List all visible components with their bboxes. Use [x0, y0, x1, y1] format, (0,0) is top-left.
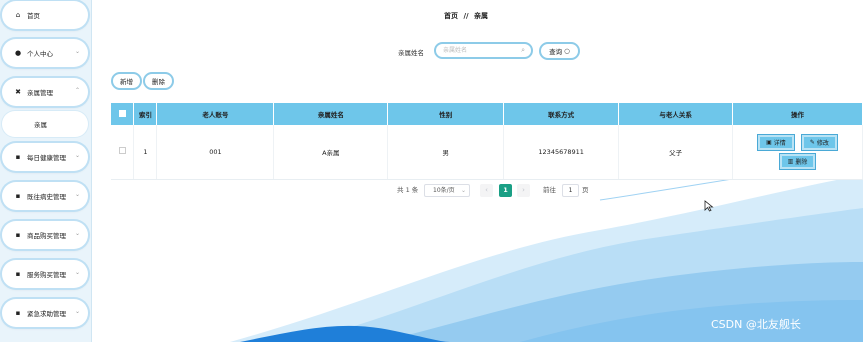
- sidebar-item-goods-purchase[interactable]: ▪ 商品购买管理 ⌄: [2, 221, 88, 249]
- delete-button[interactable]: 删除: [143, 72, 174, 90]
- row-delete-button-label: 删除: [795, 158, 808, 166]
- search-label: 亲属姓名: [398, 49, 424, 57]
- select-all-checkbox-cell[interactable]: [111, 103, 135, 125]
- prev-page-button[interactable]: ‹: [480, 184, 493, 197]
- grid-icon: ▪: [15, 270, 21, 278]
- sidebar-item-label: 个人中心: [27, 50, 53, 58]
- sidebar-item-medical-history[interactable]: ▪ 既往病史管理 ⌄: [2, 182, 88, 210]
- sidebar-item-label: 商品购买管理: [27, 232, 66, 240]
- edit-button-label: 修改: [816, 139, 829, 147]
- grid-icon: ▪: [15, 153, 21, 161]
- breadcrumb-home[interactable]: 首页: [444, 12, 458, 20]
- search-button-label: 查询: [549, 48, 563, 56]
- column-header: 老人账号: [156, 103, 275, 125]
- search-button[interactable]: 查询 ○: [539, 42, 580, 60]
- sidebar-item-label: 首页: [27, 12, 40, 20]
- sidebar-item-relatives[interactable]: ✖ 亲属管理 ⌃: [2, 78, 88, 106]
- sidebar-item-label: 紧急求助管理: [27, 310, 66, 318]
- watermark: CSDN @北友舰长: [711, 318, 801, 331]
- trash-icon: ▥: [787, 157, 794, 165]
- chevron-up-icon: ⌃: [74, 87, 80, 94]
- search-placeholder: 亲属姓名: [443, 47, 468, 54]
- table-header-row: 索引 老人账号 亲属姓名 性别 联系方式 与老人关系 操作: [111, 103, 863, 125]
- chevron-down-icon: ⌄: [74, 308, 80, 315]
- grid-icon: ▪: [15, 192, 21, 200]
- chevron-down-icon: ⌄: [74, 48, 80, 55]
- add-button-label: 新增: [120, 78, 133, 86]
- cell-operations: ▣ 详情 ✎ 修改 ▥ 删除: [732, 125, 863, 180]
- cell-index: 1: [133, 125, 158, 180]
- chevron-down-icon: ⌄: [74, 269, 80, 276]
- edit-button[interactable]: ✎ 修改: [801, 134, 837, 150]
- cell-gender: 男: [387, 125, 505, 180]
- column-header: 与老人关系: [618, 103, 734, 125]
- cell-relation: 父子: [618, 125, 734, 180]
- mouse-cursor-icon: [704, 200, 714, 212]
- goto-page-input[interactable]: 1: [562, 184, 579, 197]
- page-unit-label: 页: [582, 186, 589, 194]
- sidebar-item-label: 每日健康管理: [27, 154, 66, 162]
- user-icon: ●: [14, 49, 22, 57]
- chevron-right-icon: ›: [522, 186, 525, 194]
- column-header: 索引: [133, 103, 158, 125]
- search-input[interactable]: 亲属姓名 ⌕: [434, 42, 533, 59]
- breadcrumb-separator: //: [463, 12, 469, 20]
- sidebar-item-emergency-help[interactable]: ▪ 紧急求助管理 ⌄: [2, 299, 88, 327]
- search-icon: ○: [564, 47, 570, 55]
- relatives-table: 索引 老人账号 亲属姓名 性别 联系方式 与老人关系 操作 1 001 A亲属 …: [111, 103, 863, 180]
- table-row: 1 001 A亲属 男 12345678911 父子 ▣ 详情 ✎ 修改 ▥ 删…: [111, 125, 863, 180]
- breadcrumb: 首页 // 亲属: [444, 11, 488, 21]
- column-header: 操作: [732, 103, 863, 125]
- edit-icon: ✎: [809, 138, 815, 146]
- chevron-down-icon: ⌄: [74, 191, 80, 198]
- family-icon: ✖: [15, 88, 21, 96]
- goto-label: 前往: [543, 186, 556, 194]
- sidebar-item-personal-center[interactable]: ● 个人中心 ⌄: [2, 39, 88, 67]
- column-header: 联系方式: [503, 103, 620, 125]
- sidebar-item-daily-health[interactable]: ▪ 每日健康管理 ⌄: [2, 143, 88, 171]
- detail-button-label: 详情: [773, 139, 786, 147]
- sidebar-subitem-label: 亲属: [34, 121, 47, 129]
- cell-name: A亲属: [273, 125, 389, 180]
- detail-icon: ▣: [766, 138, 772, 146]
- sidebar-item-label: 服务购买管理: [27, 271, 66, 279]
- sidebar-item-label: 既往病史管理: [27, 193, 66, 201]
- chevron-down-icon: ⌄: [74, 230, 80, 237]
- select-all-checkbox[interactable]: [118, 109, 126, 117]
- chevron-left-icon: ‹: [485, 186, 488, 194]
- column-header: 性别: [387, 103, 505, 125]
- sidebar-item-service-purchase[interactable]: ▪ 服务购买管理 ⌄: [2, 260, 88, 288]
- row-checkbox-cell[interactable]: [111, 125, 135, 180]
- delete-button-label: 删除: [152, 78, 165, 86]
- home-icon: ⌂: [15, 11, 21, 19]
- next-page-button[interactable]: ›: [517, 184, 530, 197]
- chevron-down-icon: ⌄: [460, 187, 466, 194]
- sidebar-subitem-relatives[interactable]: 亲属: [2, 111, 88, 137]
- search-icon: ⌕: [521, 46, 525, 54]
- sidebar-item-home[interactable]: ⌂ 首页: [2, 1, 88, 29]
- current-page[interactable]: 1: [499, 184, 512, 197]
- pager-total: 共 1 条: [397, 186, 419, 194]
- add-button[interactable]: 新增: [111, 72, 142, 90]
- cell-phone: 12345678911: [503, 125, 620, 180]
- grid-icon: ▪: [15, 309, 21, 317]
- chevron-down-icon: ⌄: [74, 152, 80, 159]
- detail-button[interactable]: ▣ 详情: [758, 134, 794, 150]
- breadcrumb-current: 亲属: [474, 12, 488, 20]
- cell-account: 001: [156, 125, 275, 180]
- page-size-select[interactable]: 10条/页 ⌄: [424, 184, 470, 197]
- page-size-value: 10条/页: [433, 187, 455, 194]
- column-header: 亲属姓名: [273, 103, 389, 125]
- sidebar: ⌂ 首页 ● 个人中心 ⌄ ✖ 亲属管理 ⌃ 亲属 ▪ 每日健康管理 ⌄ ▪ 既…: [0, 0, 92, 342]
- row-checkbox[interactable]: [118, 147, 126, 155]
- sidebar-item-label: 亲属管理: [27, 89, 53, 97]
- row-delete-button[interactable]: ▥ 删除: [779, 153, 816, 169]
- grid-icon: ▪: [15, 231, 21, 239]
